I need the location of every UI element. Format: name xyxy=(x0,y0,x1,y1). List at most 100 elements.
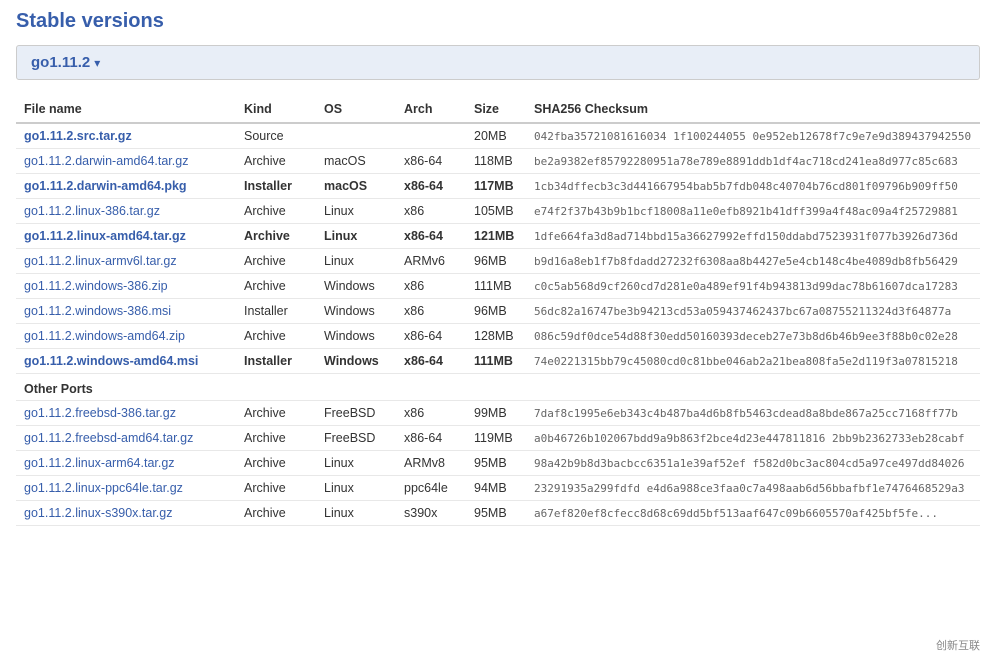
file-kind: Installer xyxy=(236,349,316,374)
file-link[interactable]: go1.11.2.linux-ppc64le.tar.gz xyxy=(24,481,183,495)
file-size: 119MB xyxy=(466,426,526,451)
file-size: 96MB xyxy=(466,249,526,274)
file-checksum: 7daf8c1995e6eb343c4b487ba4d6b8fb5463cdea… xyxy=(526,401,980,426)
file-arch: x86-64 xyxy=(396,324,466,349)
file-os: Linux xyxy=(316,451,396,476)
file-checksum: 086c59df0dce54d88f30edd50160393deceb27e7… xyxy=(526,324,980,349)
table-row: go1.11.2.windows-amd64.zipArchiveWindows… xyxy=(16,324,980,349)
file-checksum: 1cb34dffecb3c3d441667954bab5b7fdb048c407… xyxy=(526,174,980,199)
file-link[interactable]: go1.11.2.windows-386.zip xyxy=(24,279,168,293)
file-link[interactable]: go1.11.2.src.tar.gz xyxy=(24,129,132,143)
file-size: 20MB xyxy=(466,123,526,149)
file-arch: x86 xyxy=(396,274,466,299)
file-kind: Archive xyxy=(236,149,316,174)
file-kind: Archive xyxy=(236,274,316,299)
file-os: macOS xyxy=(316,149,396,174)
file-link[interactable]: go1.11.2.windows-386.msi xyxy=(24,304,171,318)
table-row: go1.11.2.src.tar.gz Source 20MB042fba35721… xyxy=(16,123,980,149)
file-link[interactable]: go1.11.2.linux-s390x.tar.gz xyxy=(24,506,172,520)
file-checksum: be2a9382ef85792280951a78e789e8891ddb1df4… xyxy=(526,149,980,174)
table-row: go1.11.2.freebsd-386.tar.gzArchiveFreeBS… xyxy=(16,401,980,426)
watermark-label: 创新互联 xyxy=(930,635,986,655)
file-size: 121MB xyxy=(466,224,526,249)
col-header-checksum: SHA256 Checksum xyxy=(526,96,980,123)
file-os: Linux xyxy=(316,501,396,526)
table-row: go1.11.2.freebsd-amd64.tar.gzArchiveFree… xyxy=(16,426,980,451)
file-kind: Archive xyxy=(236,451,316,476)
file-arch: x86 xyxy=(396,299,466,324)
file-arch: x86-64 xyxy=(396,349,466,374)
downloads-table: File name Kind OS Arch Size SHA256 Check… xyxy=(16,96,980,526)
file-checksum: 23291935a299fdfd e4d6a988ce3faa0c7a498aa… xyxy=(526,476,980,501)
file-os: FreeBSD xyxy=(316,401,396,426)
table-row: go1.11.2.linux-386.tar.gzArchiveLinuxx86… xyxy=(16,199,980,224)
file-os: FreeBSD xyxy=(316,426,396,451)
file-os: Linux xyxy=(316,224,396,249)
file-size: 96MB xyxy=(466,299,526,324)
file-link[interactable]: go1.11.2.linux-386.tar.gz xyxy=(24,204,160,218)
table-header-row: File name Kind OS Arch Size SHA256 Check… xyxy=(16,96,980,123)
file-size: 117MB xyxy=(466,174,526,199)
col-header-kind: Kind xyxy=(236,96,316,123)
file-link[interactable]: go1.11.2.darwin-amd64.tar.gz xyxy=(24,154,188,168)
file-size: 128MB xyxy=(466,324,526,349)
file-link[interactable]: go1.11.2.linux-amd64.tar.gz xyxy=(24,229,186,243)
file-size: 118MB xyxy=(466,149,526,174)
file-kind: Archive xyxy=(236,501,316,526)
file-checksum: e74f2f37b43b9b1bcf18008a11e0efb8921b41df… xyxy=(526,199,980,224)
file-checksum: 042fba35721081616034 1f100244055 0e952eb… xyxy=(526,123,980,149)
table-row: go1.11.2.darwin-amd64.pkgInstallermacOSx… xyxy=(16,174,980,199)
file-kind: Installer xyxy=(236,174,316,199)
file-kind: Archive xyxy=(236,224,316,249)
file-size: 111MB xyxy=(466,274,526,299)
version-label: go1.11.2 xyxy=(31,54,90,71)
file-kind: Archive xyxy=(236,199,316,224)
file-kind: Archive xyxy=(236,324,316,349)
file-checksum: c0c5ab568d9cf260cd7d281e0a489ef91f4b9438… xyxy=(526,274,980,299)
file-os: Linux xyxy=(316,249,396,274)
file-checksum: a67ef820ef8cfecc8d68c69dd5bf513aaf647c09… xyxy=(526,501,980,526)
file-size: 94MB xyxy=(466,476,526,501)
file-checksum: 74e0221315bb79c45080cd0c81bbe046ab2a21be… xyxy=(526,349,980,374)
file-arch: x86-64 xyxy=(396,149,466,174)
file-kind: Archive xyxy=(236,476,316,501)
version-selector[interactable]: go1.11.2 ▾ xyxy=(16,45,980,80)
table-row: go1.11.2.linux-s390x.tar.gz ArchiveLinuxs… xyxy=(16,501,980,526)
col-header-size: Size xyxy=(466,96,526,123)
chevron-down-icon: ▾ xyxy=(94,56,100,70)
other-ports-header: Other Ports xyxy=(16,374,980,401)
file-link[interactable]: go1.11.2.darwin-amd64.pkg xyxy=(24,179,187,193)
file-os: Linux xyxy=(316,476,396,501)
file-arch: ARMv6 xyxy=(396,249,466,274)
file-checksum: b9d16a8eb1f7b8fdadd27232f6308aa8b4427e5e… xyxy=(526,249,980,274)
table-row: go1.11.2.linux-amd64.tar.gzArchiveLinuxx… xyxy=(16,224,980,249)
file-arch: s390x xyxy=(396,501,466,526)
file-checksum: a0b46726b102067bdd9a9b863f2bce4d23e44781… xyxy=(526,426,980,451)
table-row: go1.11.2.windows-386.zipArchiveWindowsx8… xyxy=(16,274,980,299)
file-link[interactable]: go1.11.2.linux-arm64.tar.gz xyxy=(24,456,175,470)
file-arch xyxy=(396,123,466,149)
file-link[interactable]: go1.11.2.windows-amd64.zip xyxy=(24,329,185,343)
file-link[interactable]: go1.11.2.freebsd-386.tar.gz xyxy=(24,406,176,420)
file-link[interactable]: go1.11.2.windows-amd64.msi xyxy=(24,354,198,368)
file-link[interactable]: go1.11.2.freebsd-amd64.tar.gz xyxy=(24,431,193,445)
table-row: go1.11.2.windows-amd64.msi InstallerWindo… xyxy=(16,349,980,374)
file-arch: x86-64 xyxy=(396,174,466,199)
table-row: go1.11.2.linux-ppc64le.tar.gz ArchiveLinu… xyxy=(16,476,980,501)
file-arch: x86-64 xyxy=(396,426,466,451)
file-size: 111MB xyxy=(466,349,526,374)
file-size: 95MB xyxy=(466,451,526,476)
file-os: Windows xyxy=(316,299,396,324)
file-link[interactable]: go1.11.2.linux-armv6l.tar.gz xyxy=(24,254,177,268)
file-checksum: 98a42b9b8d3bacbcc6351a1e39af52ef f582d0b… xyxy=(526,451,980,476)
page-title: Stable versions xyxy=(16,10,980,33)
file-arch: x86 xyxy=(396,199,466,224)
file-kind: Source xyxy=(236,123,316,149)
table-row: go1.11.2.linux-armv6l.tar.gz ArchiveLinux… xyxy=(16,249,980,274)
file-kind: Installer xyxy=(236,299,316,324)
table-row: go1.11.2.linux-arm64.tar.gzArchiveLinuxA… xyxy=(16,451,980,476)
file-kind: Archive xyxy=(236,249,316,274)
file-os: Windows xyxy=(316,349,396,374)
col-header-filename: File name xyxy=(16,96,236,123)
col-header-os: OS xyxy=(316,96,396,123)
